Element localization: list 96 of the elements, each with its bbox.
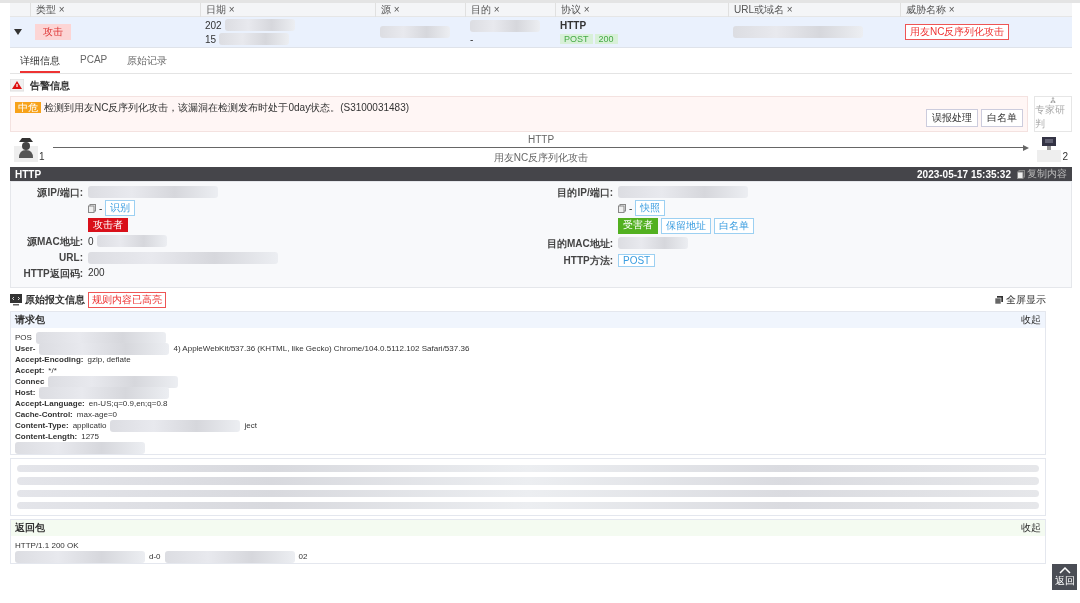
protocol-label: HTTP [527, 133, 555, 145]
fullscreen-icon[interactable] [995, 296, 1003, 304]
header-value: applicatio [72, 421, 107, 430]
date-text: 202 [205, 19, 222, 31]
header-value: POS [15, 333, 32, 342]
header-name: Connec [15, 377, 45, 386]
node-label: 1 [39, 151, 45, 162]
tab[interactable]: 原始记录 [127, 52, 168, 73]
collapse-link[interactable]: 收起 [1021, 313, 1041, 327]
alert-message: 检测到用友NC反序列化攻击，该漏洞在检测发布时处于0day状态。(S3100031483) [44, 102, 410, 113]
close-icon[interactable]: × [948, 4, 955, 15]
role-tag: 受害者 [618, 218, 658, 234]
warning-icon [10, 79, 24, 93]
copy-link[interactable]: 复制内容 [1027, 167, 1067, 181]
port-text: - [99, 202, 103, 214]
section-title: 告警信息 [30, 79, 70, 93]
column-header[interactable]: 协议 [561, 4, 581, 15]
header-name: Content-Length: [15, 432, 78, 441]
header-name: Accept: [15, 366, 45, 375]
redacted-block [96, 235, 167, 247]
role-tag: 白名单 [714, 218, 754, 234]
header-value: HTTP/1.1 200 OK [15, 541, 79, 550]
close-icon[interactable]: × [58, 4, 65, 15]
redacted-block [380, 26, 450, 38]
field-label: 目的IP/端口: [556, 186, 613, 200]
tab[interactable]: 详细信息 [20, 52, 60, 73]
method-tag: POST [618, 254, 656, 267]
severity-tag: 中危 [15, 102, 41, 113]
protocol-text: HTTP [560, 20, 587, 31]
node-label: 2 [1062, 151, 1068, 162]
header-name: Cache-Control: [15, 410, 73, 419]
type-tag: 攻击 [35, 24, 71, 40]
copy-icon[interactable] [1017, 169, 1025, 179]
redacted-block [219, 33, 290, 45]
header-value: en-US;q=0.9,en;q=0.8 [88, 399, 168, 408]
role-tag: 保留地址 [661, 218, 711, 234]
field-label: URL: [58, 252, 83, 263]
field-value: 0 [88, 235, 94, 247]
header-name: Host: [15, 388, 36, 397]
header-value: 1275 [81, 432, 99, 441]
header-name: Content-Type: [15, 421, 69, 430]
date-text: 15 [205, 33, 217, 45]
header-value: gzip, deflate [87, 355, 131, 364]
header-value: max-age=0 [76, 410, 118, 419]
chevron-up-icon [1058, 566, 1071, 574]
threat-tag: 用友NC反序列化攻击 [905, 24, 1010, 40]
field-label: 源IP/端口: [36, 186, 83, 200]
field-label: 目的MAC地址: [545, 237, 613, 251]
field-label: HTTP返回码: [22, 267, 83, 281]
destination-text: - [470, 33, 474, 45]
column-header[interactable]: 目的 [471, 4, 491, 15]
code-monitor-icon [10, 294, 22, 306]
column-header[interactable]: 类型 [36, 4, 56, 15]
header-value: ject [244, 421, 257, 430]
field-label: HTTP方法: [562, 254, 613, 268]
header-value: 02 [298, 552, 308, 561]
close-icon[interactable]: × [228, 4, 235, 15]
method-tag: POST [560, 34, 593, 44]
panel-title: 返回包 [15, 521, 45, 535]
column-header[interactable]: 源 [381, 4, 391, 15]
hacker-icon [14, 136, 38, 162]
header-name: Accept-Language: [15, 399, 85, 408]
header-value: 4) AppleWebKit/537.36 (KHTML, like Gecko) Chrome/104.0.5112.102 Safari/537.36 [173, 344, 470, 353]
close-icon[interactable]: × [583, 4, 590, 15]
header-value: */* [48, 366, 57, 375]
header-name: User- [15, 344, 36, 353]
action-button[interactable]: 白名单 [981, 109, 1023, 127]
tab[interactable]: PCAP [80, 52, 108, 73]
highlight-badge: 规则内容已高亮 [88, 292, 166, 308]
column-header[interactable]: 威胁名称 [906, 4, 946, 15]
redacted-block [470, 19, 540, 32]
field-value: 200 [88, 267, 106, 278]
computer-icon [1037, 136, 1062, 162]
fullscreen-link[interactable]: 全屏显示 [1006, 293, 1046, 307]
column-header[interactable]: 日期 [206, 4, 226, 15]
redacted-block [618, 237, 688, 249]
action-button[interactable]: 误报处理 [926, 109, 978, 127]
header-value: d-0 [149, 552, 161, 561]
attack-label: 用友NC反序列化攻击 [493, 150, 589, 165]
protocol-bar: HTTP 2023-05-17 15:35:32 复制内容 [10, 167, 1072, 181]
header-name: Accept-Encoding: [15, 355, 84, 364]
redacted-block [224, 19, 295, 31]
collapse-link[interactable]: 收起 [1021, 521, 1041, 535]
close-icon[interactable]: × [393, 4, 400, 15]
panel-title: 请求包 [15, 313, 45, 327]
section-title: 原始报文信息 [25, 293, 85, 307]
close-icon[interactable]: × [493, 4, 500, 15]
port-text: - [629, 202, 633, 214]
role-tag: 攻击者 [88, 218, 128, 232]
field-label: 源MAC地址: [25, 235, 83, 249]
close-icon[interactable]: × [786, 4, 793, 15]
status-tag: 200 [594, 34, 618, 44]
caret-icon[interactable] [14, 29, 22, 35]
back-to-top-button[interactable]: 返回 [1052, 564, 1077, 590]
timestamp: 2023-05-17 15:35:32 [917, 168, 1011, 180]
column-header[interactable]: URL或域名 [734, 4, 784, 15]
